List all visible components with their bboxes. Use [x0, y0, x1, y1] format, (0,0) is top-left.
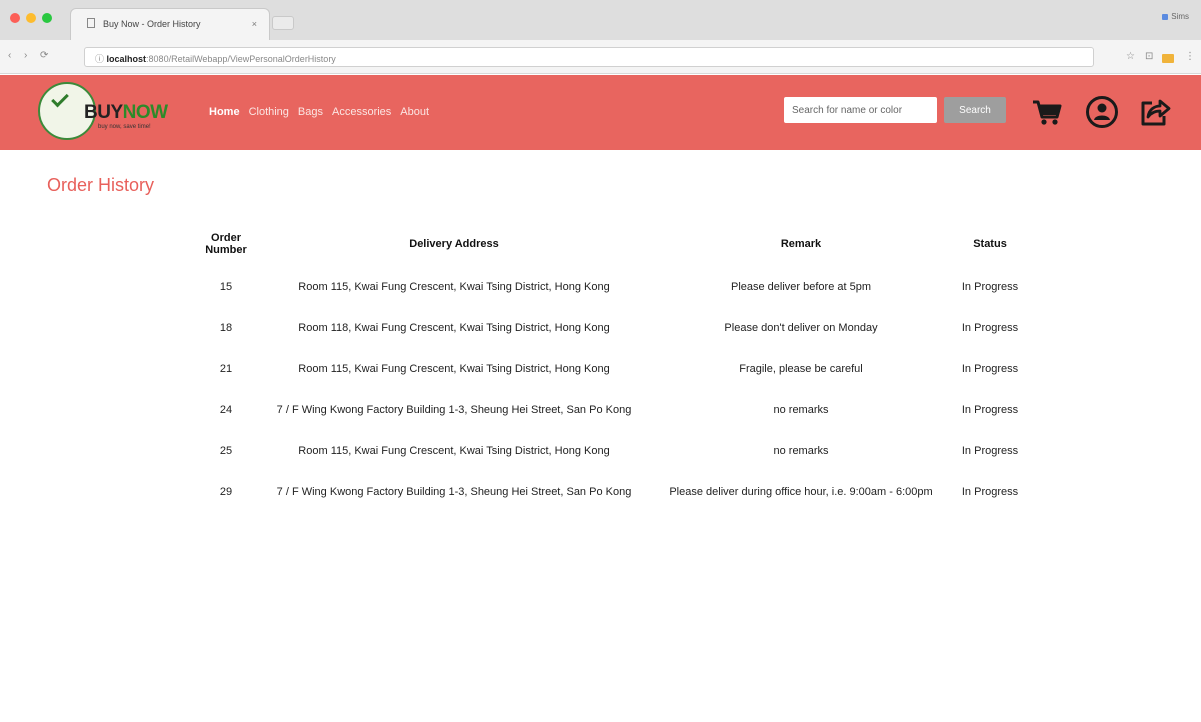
table-row: 18 Room 118, Kwai Fung Crescent, Kwai Ts…: [196, 308, 1030, 349]
table-row: 25 Room 115, Kwai Fung Crescent, Kwai Ts…: [196, 431, 1030, 472]
search-input[interactable]: [784, 97, 937, 123]
nav-accessories[interactable]: Accessories: [332, 106, 391, 118]
table-row: 15 Room 115, Kwai Fung Crescent, Kwai Ts…: [196, 267, 1030, 308]
url-path: :8080/RetailWebapp/ViewPersonalOrderHist…: [146, 54, 336, 64]
logo-tagline: buy now, save time!: [98, 124, 151, 130]
profile-name: Sims: [1171, 12, 1189, 21]
cart-icon[interactable]: [1030, 95, 1064, 129]
window-close-button[interactable]: [10, 13, 20, 23]
window-maximize-button[interactable]: [42, 13, 52, 23]
status-cell: In Progress: [961, 404, 1019, 416]
col-header-remark: Remark: [780, 238, 822, 250]
page-title: Order History: [47, 175, 155, 195]
nav-about[interactable]: About: [400, 106, 429, 118]
table-header-row: Order Number Delivery Address Remark Stat…: [196, 221, 1030, 267]
url-host: localhost: [106, 54, 147, 64]
tab-close-icon[interactable]: ×: [252, 19, 257, 29]
profile-button[interactable]: Sims: [1162, 12, 1189, 21]
site-logo[interactable]: BUYNOW buy now, save time!: [38, 82, 188, 142]
col-header-order-number: Order Number: [196, 221, 256, 267]
table-row: 29 7 / F Wing Kwong Factory Building 1-3…: [196, 472, 1030, 513]
address-bar-row: ‹ › ⟳ ⓘ localhost:8080/RetailWebapp/View…: [0, 40, 1201, 74]
col-header-address: Delivery Address: [409, 238, 499, 250]
status-cell: In Progress: [961, 486, 1019, 498]
order-number-link[interactable]: 25: [196, 431, 256, 472]
back-button[interactable]: ‹: [8, 50, 11, 61]
tab-title: Buy Now - Order History: [103, 19, 201, 29]
table-row: 21 Room 115, Kwai Fung Crescent, Kwai Ts…: [196, 349, 1030, 390]
order-number-link[interactable]: 24: [196, 390, 256, 431]
address-cell: 7 / F Wing Kwong Factory Building 1-3, S…: [276, 404, 632, 416]
order-number-link[interactable]: 29: [196, 472, 256, 513]
address-cell: Room 118, Kwai Fung Crescent, Kwai Tsing…: [298, 322, 610, 334]
remark-cell: Fragile, please be careful: [739, 363, 863, 375]
account-icon[interactable]: [1085, 95, 1119, 129]
info-icon: ⓘ: [95, 54, 105, 64]
reload-button[interactable]: ⟳: [40, 50, 48, 61]
window-minimize-button[interactable]: [26, 13, 36, 23]
main-nav: Home Clothing Bags Accessories About: [209, 106, 429, 118]
status-cell: In Progress: [961, 445, 1019, 457]
logo-text: BUYNOW: [84, 102, 168, 124]
address-cell: Room 115, Kwai Fung Crescent, Kwai Tsing…: [298, 445, 610, 457]
profile-icon: [1162, 14, 1169, 20]
browser-menu-icon[interactable]: ⋮: [1185, 51, 1195, 62]
address-cell: Room 115, Kwai Fung Crescent, Kwai Tsing…: [298, 363, 610, 375]
logo-buy-text: BUY: [84, 102, 123, 123]
table-row: 24 7 / F Wing Kwong Factory Building 1-3…: [196, 390, 1030, 431]
address-cell: Room 115, Kwai Fung Crescent, Kwai Tsing…: [298, 281, 610, 293]
forward-button[interactable]: ›: [24, 50, 27, 61]
logout-share-icon[interactable]: [1138, 95, 1172, 129]
nav-bags[interactable]: Bags: [298, 106, 323, 118]
order-number-link[interactable]: 18: [196, 308, 256, 349]
order-history-table: Order Number Delivery Address Remark Stat…: [196, 221, 1030, 513]
remark-cell: Please deliver before at 5pm: [730, 281, 872, 293]
nav-clothing[interactable]: Clothing: [249, 106, 289, 118]
remark-cell: Please deliver during office hour, i.e. …: [669, 486, 933, 498]
remark-cell: Please don't deliver on Monday: [724, 322, 878, 334]
remark-cell: no remarks: [773, 404, 829, 416]
url-input[interactable]: ⓘ localhost:8080/RetailWebapp/ViewPerson…: [84, 47, 1094, 67]
status-cell: In Progress: [961, 363, 1019, 375]
page-icon: [87, 18, 95, 28]
col-header-status: Status: [973, 238, 1007, 250]
remark-cell: no remarks: [773, 445, 829, 457]
bookmark-star-icon[interactable]: ☆: [1126, 51, 1135, 62]
col-header-order-line2: Number: [205, 244, 247, 256]
order-number-link[interactable]: 21: [196, 349, 256, 390]
browser-tab-bar: Buy Now - Order History × Sims: [0, 0, 1201, 40]
logo-now-text: NOW: [122, 102, 168, 123]
nav-home[interactable]: Home: [209, 106, 240, 118]
browser-tab[interactable]: Buy Now - Order History ×: [70, 8, 270, 40]
new-tab-button[interactable]: [272, 16, 294, 30]
order-number-link[interactable]: 15: [196, 267, 256, 308]
folder-icon[interactable]: [1162, 54, 1174, 63]
extension-icon[interactable]: ⊡: [1145, 51, 1153, 62]
col-header-order-line1: Order: [211, 232, 241, 244]
status-cell: In Progress: [961, 322, 1019, 334]
status-cell: In Progress: [961, 281, 1019, 293]
search-button[interactable]: Search: [944, 97, 1006, 123]
site-header: BUYNOW buy now, save time! Home Clothing…: [0, 75, 1201, 150]
address-cell: 7 / F Wing Kwong Factory Building 1-3, S…: [276, 486, 632, 498]
